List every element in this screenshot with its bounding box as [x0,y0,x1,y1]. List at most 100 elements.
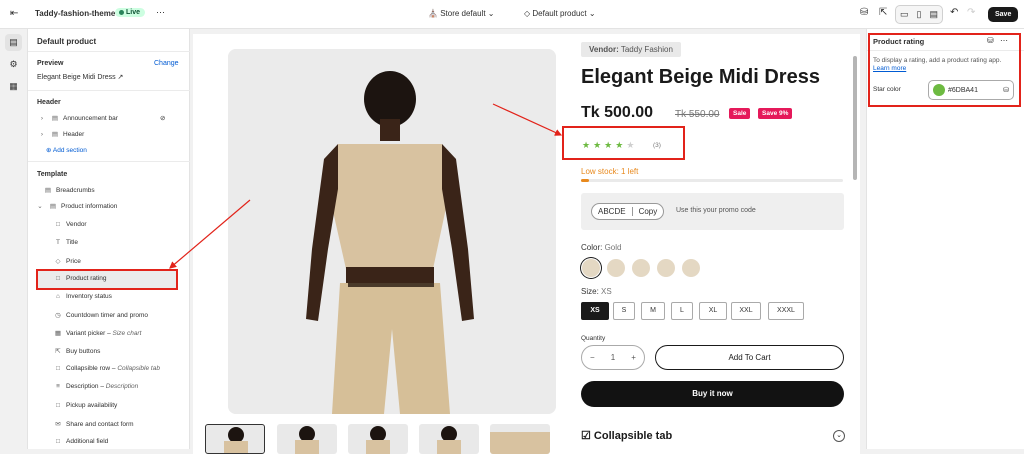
mobile-icon[interactable]: ▯ [917,9,922,20]
sale-badge: Sale [729,108,751,119]
add-section-button[interactable]: ⊕ Add section [46,146,87,154]
apps-icon[interactable]: ▦ [5,78,22,95]
store-selector-label: Store default [440,9,486,18]
size-option-xxl[interactable]: XXL [731,302,761,320]
sidebar-item-announcement-bar[interactable]: › ▤ Announcement bar [37,114,118,122]
sidebar-item-pickup-availability[interactable]: □ Pickup availability [53,402,117,409]
sidebar-item-price[interactable]: ◇ Price [53,257,81,265]
desktop-icon[interactable]: ▭ [900,9,909,20]
sidebar-item-variant-picker[interactable]: ▦ Variant picker – Size chart [53,329,141,337]
add-to-cart-button[interactable]: Add To Cart [655,345,844,370]
promo-text: Use this your promo code [676,207,756,214]
product-main-image[interactable] [228,49,556,414]
thumbnail-image [366,426,390,454]
fullscreen-icon[interactable]: ▤ [929,9,938,20]
sidebar-title: Default product [37,37,97,46]
color-swatch-2[interactable] [607,259,625,277]
chevron-down-icon[interactable]: ⌄ [833,430,845,442]
size-option-l[interactable]: L [671,302,693,320]
sidebar-item-sub: Description [105,383,139,390]
size-option-s[interactable]: S [613,302,635,320]
sidebar-item-description[interactable]: ≡ Description – Description [53,383,138,390]
promo-code: ABCDE [598,207,626,216]
minus-icon[interactable]: − [590,353,595,362]
viewport-switcher: ▭ ▯ ▤ [895,5,943,24]
size-option-m[interactable]: M [641,302,665,320]
thumbnail-3[interactable] [348,424,408,454]
quantity-value[interactable]: 1 [611,353,615,362]
sidebar-item-header[interactable]: › ▤ Header [37,130,84,138]
thumbnail-2[interactable] [277,424,337,454]
text-icon: T [56,239,60,246]
sidebar-item-product-information[interactable]: ⌄ ▤ Product information [35,202,117,210]
mail-icon: ✉ [55,421,61,428]
redo-icon[interactable]: ↷ [967,7,975,18]
save-button[interactable]: Save [988,7,1019,22]
thumbnail-1[interactable] [205,424,265,454]
thumbnail-image [224,427,248,453]
sidebar-item-collapsible-row[interactable]: □ Collapsible row – Collapsible tab [53,365,160,372]
collapsible-tab[interactable]: ☑ Collapsible tab [581,429,672,442]
copy-button[interactable]: Copy [631,207,664,216]
hidden-eye-icon[interactable]: ⊘ [160,114,165,122]
product-selector[interactable]: ◇ Default product ⌄ [524,9,596,18]
external-link-icon[interactable]: ↗ [118,74,124,81]
sidebar-item-countdown-timer[interactable]: ◷ Countdown timer and promo [53,311,148,319]
sidebar-item-label: Countdown timer and promo [66,312,149,319]
sections-icon[interactable]: ▤ [5,34,22,51]
database-icon[interactable]: ⛁ [860,7,868,18]
sidebar-item-share-contact[interactable]: ✉ Share and contact form [53,420,133,428]
thumbnail-5[interactable] [490,424,550,454]
low-stock-text: Low stock: 1 left [581,167,639,176]
thumbnail-image [437,426,461,454]
sidebar-item-vendor[interactable]: □ Vendor [53,221,87,228]
chevron-down-icon: ⌄ [588,9,596,18]
preview-value-text: Elegant Beige Midi Dress [37,74,116,81]
store-selector[interactable]: ⛪ Store default ⌄ [428,9,495,18]
size-option-xl[interactable]: XL [699,302,727,320]
plus-icon[interactable]: + [631,353,636,362]
block-icon: □ [56,438,60,445]
thumbnail-image [295,426,319,454]
color-swatch-1[interactable] [582,259,600,277]
sidebar-item-label: Pickup availability [66,402,118,409]
sidebar-item-breadcrumbs[interactable]: ▤ Breadcrumbs [43,186,95,194]
annotation-box-panel [868,33,1021,107]
stock-progress-fill [581,179,589,182]
product-selector-label: Default product [532,9,587,18]
chevron-right-icon: › [40,115,44,122]
thumbnail-4[interactable] [419,424,479,454]
color-swatch-5[interactable] [682,259,700,277]
sidebar-item-label: Vendor [66,221,87,228]
buy-now-button[interactable]: Buy it now [581,381,844,407]
size-label: Size: XS [581,287,612,296]
size-option-xxxl[interactable]: XXXL [768,302,804,320]
sidebar-item-label: Collapsible row [66,365,111,372]
more-actions-button[interactable]: ⋯ [156,7,165,18]
inspector-icon[interactable]: ⇱ [879,7,887,18]
top-bar: ⇤ Taddy-fashion-theme Live ⋯ ⛪ Store def… [0,0,1024,29]
divider [28,90,190,91]
sidebar-item-title[interactable]: T Title [53,239,78,246]
color-swatch-3[interactable] [632,259,650,277]
cursor-icon: ⇱ [55,348,61,355]
settings-gear-icon[interactable]: ⚙ [5,56,22,73]
undo-icon[interactable]: ↶ [950,7,958,18]
sidebar-item-additional-field[interactable]: □ Additional field [53,438,108,445]
sidebar-item-label: Header [63,131,85,138]
size-label-text: Size: [581,287,599,296]
size-option-xs[interactable]: XS [581,302,609,320]
divider [28,51,190,52]
color-swatch-4[interactable] [657,259,675,277]
change-link[interactable]: Change [154,60,179,67]
variant-icon: ▦ [54,330,62,337]
exit-icon[interactable]: ⇤ [10,8,18,19]
compare-price: Tk 550.00 [675,109,720,120]
sidebar-item-buy-buttons[interactable]: ⇱ Buy buttons [53,347,100,355]
canvas-scrollbar[interactable] [853,56,857,180]
sidebar-item-label: Breadcrumbs [56,187,95,194]
sidebar-item-inventory-status[interactable]: ⌂ Inventory status [53,293,112,300]
sidebar-item-product-rating[interactable]: □ Product rating [53,275,106,282]
sidebar-item-label: Title [66,239,79,246]
promo-code-chip[interactable]: ABCDE Copy [591,203,665,220]
